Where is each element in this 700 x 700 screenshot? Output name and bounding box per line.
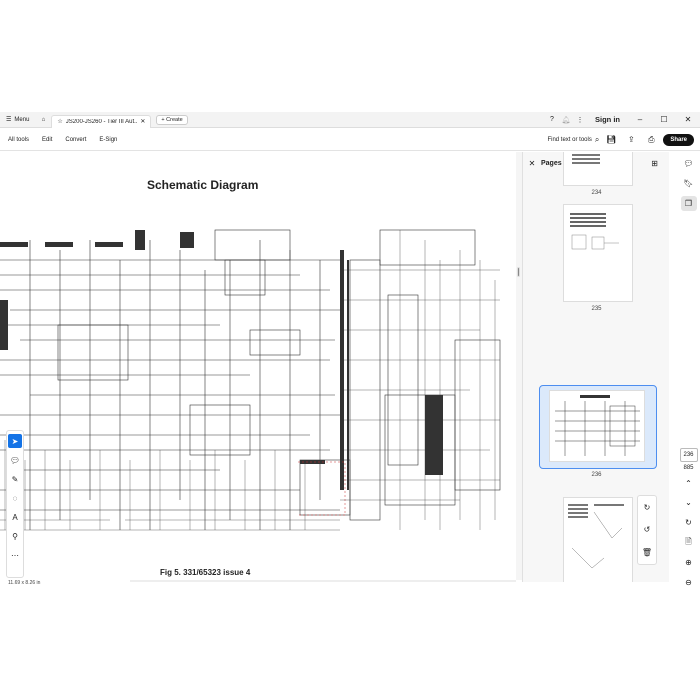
close-panel-icon[interactable]: ✕ [523,159,541,168]
create-button[interactable]: + Create [156,114,188,125]
document-title: Schematic Diagram [147,178,259,192]
stamp-icon[interactable]: ⚲ [8,529,22,543]
thumbnail-236-content [555,395,640,456]
page-label-236: 236 [591,472,602,478]
minimize-icon[interactable]: – [628,112,652,128]
lasso-icon[interactable]: ◌ [8,491,22,505]
acrobat-window: ☰ Menu ⌂ ☆ JS200-JS260 - Tier III Aut...… [0,112,700,590]
text-box-icon[interactable]: A [8,510,22,524]
thumbnail-235-content [570,213,619,250]
previous-page-icon[interactable]: ⌃ [681,475,697,491]
current-page-input[interactable]: 236 [679,448,698,463]
print-icon[interactable]: ⎙ [643,132,659,148]
page-label-234: 234 [591,190,602,196]
home-icon[interactable]: ⌂ [35,112,51,128]
find-text-button[interactable]: Find text or tools ⌕ [547,135,599,145]
document-tab[interactable]: ☆ JS200-JS260 - Tier III Aut... ✕ [51,114,152,128]
page-thumbnail-234[interactable] [563,152,633,186]
main-toolbar: All tools Edit Convert E-Sign Find text … [0,129,700,151]
pages-panel: ✕ Pages ⊞ 234 235 236 ↻ ↺ 🗑︎ [522,152,669,582]
document-viewer[interactable]: Schematic Diagram Fig 5. 331/65323 issue… [0,152,516,580]
save-icon[interactable]: 💾︎ [603,132,619,148]
plus-icon: + [161,116,165,123]
page-label-235: 235 [591,306,602,312]
thumbnail-234-content [572,154,600,164]
maximize-icon[interactable]: ☐ [652,112,676,128]
apps-grid-icon[interactable]: ⋮ [573,112,587,128]
thumbnail-237-content [568,504,624,569]
create-label: Create [166,116,183,123]
page-tools-bar: ↻ ↺ 🗑︎ [637,495,657,565]
pen-icon[interactable]: ✎ [8,472,22,486]
next-page-icon[interactable]: ⌄ [681,495,697,511]
page-thumbnail-236[interactable] [549,390,645,462]
document-info-icon[interactable]: 🗎︎ [681,535,697,551]
page-thumbnail-237[interactable] [563,497,633,582]
toolbar-item-esign[interactable]: E-Sign [91,137,122,143]
toolbar-item-convert[interactable]: Convert [57,137,91,143]
rotate-counterclockwise-icon[interactable]: ↺ [644,525,651,534]
toolbar-item-all-tools[interactable]: All tools [0,137,34,143]
window-close-icon[interactable]: ✕ [676,112,700,128]
comments-panel-icon[interactable]: 💬︎ [681,156,697,172]
page-thumbnail-235[interactable] [563,204,633,302]
schematic-diagram-image [0,229,501,531]
pages-panel-title: Pages [541,159,562,167]
quick-tools-bar: ➤ 💬︎ ✎ ◌ A ⚲ ⋯ [6,430,24,578]
sign-in-button[interactable]: Sign in [595,115,620,124]
find-text-label: Find text or tools [547,136,592,143]
search-icon: ⌕ [594,134,600,144]
zoom-in-icon[interactable]: ⊕ [681,554,697,570]
delete-page-icon[interactable]: 🗑︎ [642,548,652,557]
pages-panel-icon[interactable]: ❐ [680,195,697,212]
figure-caption: Fig 5. 331/65323 issue 4 [160,568,251,577]
close-tab-icon[interactable]: ✕ [140,118,145,125]
total-pages: 885 [683,465,694,472]
refresh-icon[interactable]: ↻ [681,515,697,531]
menu-label: Menu [14,116,30,123]
bookmark-icon[interactable]: 🔖︎ [681,176,697,192]
menu-button[interactable]: ☰ Menu [0,112,35,128]
notification-bell-icon[interactable]: 🔔︎ [559,112,573,128]
upload-icon[interactable]: ⇪ [623,132,639,148]
scrollbar-thumb[interactable] [517,267,520,277]
tab-title: JS200-JS260 - Tier III Aut... [65,118,138,125]
star-icon[interactable]: ☆ [57,118,62,125]
more-options-icon[interactable]: ⋯ [8,548,22,562]
share-button[interactable]: Share [663,133,694,146]
title-bar: ☰ Menu ⌂ ☆ JS200-JS260 - Tier III Aut...… [0,112,700,128]
toolbar-item-edit[interactable]: Edit [34,137,57,143]
help-icon[interactable]: ? [545,112,559,128]
right-rail: 💬︎ 🔖︎ ❐ 236 885 ⌃ ⌄ ↻ 🗎︎ ⊕ ⊖ [677,152,700,590]
hamburger-icon: ☰ [6,117,12,123]
comment-icon[interactable]: 💬︎ [8,453,22,467]
add-page-icon[interactable]: ⊞ [651,159,658,168]
page-size-status: 11.69 x 8.26 in [0,580,130,590]
rotate-clockwise-icon[interactable]: ↻ [644,503,651,512]
select-cursor-icon[interactable]: ➤ [8,434,22,448]
zoom-out-icon[interactable]: ⊖ [681,574,697,590]
